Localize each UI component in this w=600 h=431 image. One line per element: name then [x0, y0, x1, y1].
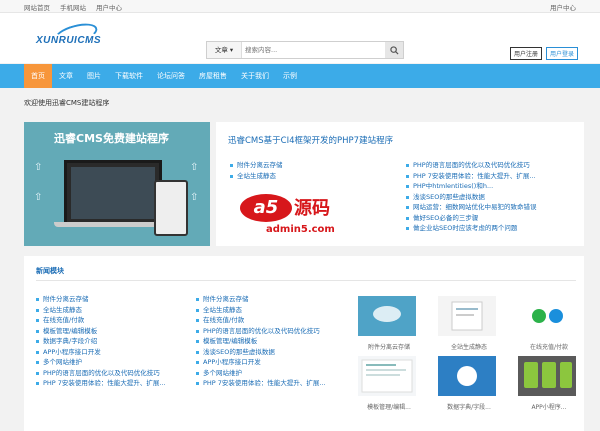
list-item[interactable]: 多个网站维护: [196, 368, 326, 379]
login-button[interactable]: 用户登录: [545, 47, 578, 60]
top-link-user[interactable]: 用户中心: [96, 2, 122, 12]
list-item[interactable]: 做企业站SEO时应该考虑的两个问题: [406, 223, 537, 234]
thumb-caption: 数据字典/字段...: [447, 404, 491, 411]
top-bar: 网站首页 手机网站 用户中心 用户中心: [0, 0, 600, 13]
list-item[interactable]: PHP 7安装使用体验：性能大提升、扩展...: [196, 378, 326, 389]
feature-title[interactable]: 迅睿CMS基于CI4框架开发的PHP7建站程序: [228, 134, 393, 146]
list-item[interactable]: 模板管理/编辑模板: [196, 336, 326, 347]
search-type-select[interactable]: 文章 ▾: [207, 42, 242, 58]
search-input[interactable]: [245, 44, 375, 55]
thumb-caption: 在线充值/付款: [529, 344, 569, 351]
register-button[interactable]: 用户注册: [509, 47, 542, 60]
list-item[interactable]: 浅谈SEO的那些虚拟数据: [196, 347, 326, 358]
thumb-item[interactable]: 附件分离云存储: [358, 296, 420, 351]
welcome-text: 欢迎使用迅睿CMS建站程序: [24, 99, 110, 107]
list-item[interactable]: 在线充值/付款: [36, 315, 166, 326]
list-item[interactable]: 附件分离云存储: [196, 294, 326, 305]
search-type-label: 文章: [214, 46, 228, 54]
site-logo[interactable]: XUNRUICMS: [36, 19, 101, 49]
static-pages-image: [438, 296, 496, 336]
divider: [36, 280, 576, 281]
nav-item-home[interactable]: 首页: [24, 64, 52, 88]
list-item[interactable]: 全站生成静态: [230, 171, 283, 182]
list-item[interactable]: 全站生成静态: [36, 305, 166, 316]
list-item[interactable]: APP小程序接口开发: [36, 347, 166, 358]
top-link-mobile[interactable]: 手机网站: [60, 2, 86, 12]
nav-item-images[interactable]: 图片: [80, 64, 108, 88]
phone-image: [154, 180, 188, 236]
thumb-item[interactable]: 数据字典/字段...: [438, 356, 500, 411]
list-item[interactable]: 在线充值/付款: [196, 315, 326, 326]
list-item[interactable]: 数据字典/字段介绍: [36, 336, 166, 347]
news-module: 新闻模块 附件分离云存储 全站生成静态 在线充值/付款 模板管理/编辑模板 数据…: [24, 256, 584, 431]
thumb-item[interactable]: 模板管理/编辑...: [358, 356, 420, 411]
list-item[interactable]: 网站运营：细数网站优化中易犯的致命错误: [406, 202, 537, 213]
header: XUNRUICMS 文章 ▾ 用户注册 用户登录: [0, 13, 600, 63]
list-item[interactable]: PHP 7安装使用体验：性能大提升、扩展...: [36, 378, 166, 389]
list-item[interactable]: PHP 7安装使用体验：性能大提升、扩展...: [406, 171, 537, 182]
a5-mark: a5: [240, 194, 292, 222]
auth-buttons: 用户注册 用户登录: [509, 47, 578, 60]
a5-cn-text: 源码: [294, 198, 330, 219]
news-title: 新闻模块: [36, 267, 64, 275]
cloud-storage-image: [358, 296, 416, 336]
list-item[interactable]: APP小程序接口开发: [196, 357, 326, 368]
search-icon: [389, 45, 399, 55]
feature-panel: 迅睿CMS基于CI4框架开发的PHP7建站程序 附件分离云存储 全站生成静态 P…: [216, 122, 584, 246]
nav-item-downloads[interactable]: 下载软件: [108, 64, 150, 88]
thumb-caption: 模板管理/编辑...: [367, 404, 411, 411]
list-item[interactable]: PHP的语言层面的优化以及代码优化技巧: [196, 326, 326, 337]
a5-domain: admin5.com: [266, 224, 335, 235]
feature-section: 迅睿CMS免费建站程序 ⇧ ⇧ ⇧ ⇧ 迅睿CMS基于CI4框架开发的PHP7建…: [24, 122, 584, 246]
list-item[interactable]: 附件分离云存储: [36, 294, 166, 305]
list-item[interactable]: 附件分离云存储: [230, 160, 283, 171]
news-list-col2: 附件分离云存储 全站生成静态 在线充值/付款 PHP的语言层面的优化以及代码优化…: [196, 294, 326, 389]
list-item[interactable]: PHP的语言层面的优化以及代码优化技巧: [406, 160, 537, 171]
thumb-item[interactable]: 全站生成静态: [438, 296, 500, 351]
admin5-logo[interactable]: a5 源码 admin5.com: [240, 194, 380, 240]
thumb-item[interactable]: 在线充值/付款: [518, 296, 580, 351]
list-item[interactable]: 做好SEO必备的三步骤: [406, 213, 537, 224]
list-item[interactable]: 多个网站维护: [36, 357, 166, 368]
list-item[interactable]: PHP的语言层面的优化以及代码优化技巧: [36, 368, 166, 379]
top-links: 网站首页 手机网站 用户中心: [24, 2, 122, 12]
list-item[interactable]: 模板管理/编辑模板: [36, 326, 166, 337]
thumb-caption: 全站生成静态: [450, 344, 487, 351]
news-list-col1: 附件分离云存储 全站生成静态 在线充值/付款 模板管理/编辑模板 数据字典/字段…: [36, 294, 166, 389]
list-item[interactable]: PHP中htmlentities()和h...: [406, 181, 537, 192]
promo-banner[interactable]: 迅睿CMS免费建站程序 ⇧ ⇧ ⇧ ⇧: [24, 122, 210, 246]
arrow-up-icon: ⇧: [190, 162, 199, 173]
top-link-home[interactable]: 网站首页: [24, 2, 50, 12]
arrow-up-icon: ⇧: [34, 162, 43, 173]
data-dictionary-image: [438, 356, 496, 396]
thumb-caption: APP小程序...: [531, 404, 567, 411]
arrow-up-icon: ⇧: [34, 192, 43, 203]
nav-item-demo[interactable]: 示例: [276, 64, 304, 88]
top-user-center[interactable]: 用户中心: [550, 2, 576, 12]
thumb-caption: 附件分离云存储: [367, 344, 410, 351]
search-button[interactable]: [385, 42, 403, 58]
nav-item-forum[interactable]: 论坛问答: [150, 64, 192, 88]
banner-title: 迅睿CMS免费建站程序: [54, 132, 169, 145]
main-nav: 首页 文章 图片 下载软件 论坛问答 房屋租售 关于我们 示例: [0, 64, 600, 88]
payment-image: [518, 296, 576, 336]
feature-list-left: 附件分离云存储 全站生成静态: [230, 160, 283, 181]
search-box: 文章 ▾: [206, 41, 404, 59]
laptop-image: [64, 160, 162, 226]
feature-list-right: PHP的语言层面的优化以及代码优化技巧 PHP 7安装使用体验：性能大提升、扩展…: [406, 160, 537, 234]
template-editor-image: [358, 356, 416, 396]
app-miniprogram-image: [518, 356, 576, 396]
arrow-up-icon: ⇧: [190, 192, 199, 203]
thumb-item[interactable]: APP小程序...: [518, 356, 580, 411]
list-item[interactable]: 全站生成静态: [196, 305, 326, 316]
laptop-base: [54, 222, 168, 227]
list-item[interactable]: 浅谈SEO的那些虚拟数据: [406, 192, 537, 203]
nav-item-housing[interactable]: 房屋租售: [192, 64, 234, 88]
nav-item-about[interactable]: 关于我们: [234, 64, 276, 88]
nav-item-articles[interactable]: 文章: [52, 64, 80, 88]
